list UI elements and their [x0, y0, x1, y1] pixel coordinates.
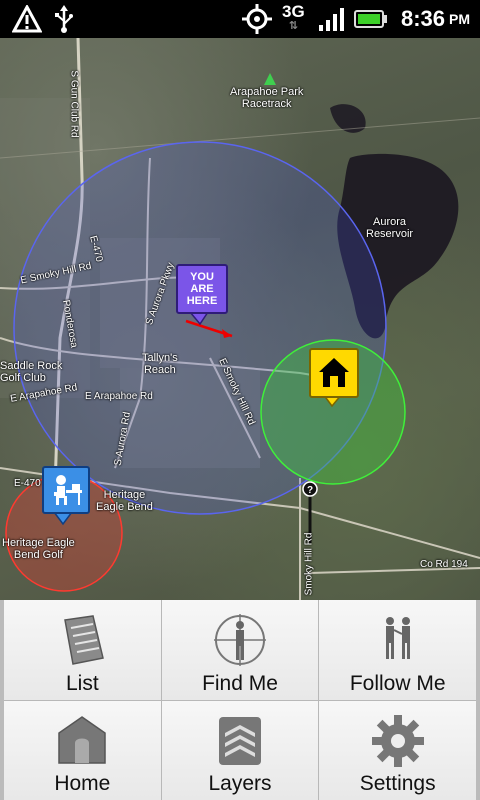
- label-co-rd-194: Co Rd 194: [420, 559, 468, 570]
- label-smoky-hill-rd: Smoky Hill Rd: [303, 532, 315, 596]
- label-arapahoe-park: Arapahoe Park Racetrack: [230, 86, 304, 110]
- home-icon: [58, 715, 107, 764]
- menu-item-label: Home: [54, 772, 111, 795]
- list-icon: [64, 615, 105, 665]
- menu-item-label: List: [65, 671, 99, 695]
- work-location-marker[interactable]: [42, 466, 90, 514]
- label-heritage-eagle-bend-golf: Heritage Eagle Bend Golf: [2, 537, 75, 561]
- label-e-arapahoe-rd: E Arapahoe Rd: [85, 391, 153, 402]
- find-me-icon: [213, 614, 266, 666]
- status-bar: 3G ⇅ 8:36 PM: [0, 0, 480, 38]
- label-s-gun-club-rd: S Gun Club Rd: [68, 70, 80, 138]
- usb-icon: [54, 0, 74, 38]
- menu-item-follow-me[interactable]: Follow Me: [319, 600, 476, 700]
- label-tallyns-reach: Tallyn's Reach: [142, 352, 178, 376]
- you-are-here-marker[interactable]: YOU ARE HERE: [176, 264, 228, 314]
- map-view[interactable]: ? Arapahoe Park Racetrack Aurora Reservo…: [0, 38, 480, 600]
- menu-item-find-me[interactable]: Find Me: [161, 600, 319, 700]
- label-aurora-reservoir: Aurora Reservoir: [366, 216, 414, 240]
- svg-text:?: ?: [307, 485, 313, 496]
- desk-person-icon: [54, 475, 82, 505]
- signal-icon: [318, 0, 346, 38]
- menu-item-list[interactable]: List: [4, 600, 161, 700]
- options-menu: List Find Me Follow Me Home Layers Setti…: [0, 600, 480, 800]
- warning-icon: [12, 0, 42, 38]
- label-saddle-rock: Saddle Rock Golf Club: [0, 360, 63, 384]
- home-location-marker[interactable]: [309, 348, 359, 398]
- menu-item-layers[interactable]: Layers: [161, 700, 319, 800]
- menu-item-label: Follow Me: [349, 671, 446, 695]
- layers-icon: [218, 716, 261, 765]
- network-type: 3G ⇅: [282, 2, 305, 32]
- menu-item-settings[interactable]: Settings: [319, 700, 476, 800]
- battery-icon: [354, 0, 388, 38]
- home-icon: [319, 358, 349, 387]
- gps-icon: [242, 0, 272, 38]
- menu-item-label: Settings: [359, 772, 436, 795]
- follow-me-icon: [385, 617, 410, 659]
- menu-item-label: Find Me: [202, 671, 278, 695]
- menu-item-home[interactable]: Home: [4, 700, 161, 800]
- settings-icon: [371, 714, 424, 767]
- label-heritage-eagle-bend: Heritage Eagle Bend: [96, 489, 153, 513]
- status-time: 8:36 PM: [400, 6, 470, 31]
- menu-item-label: Layers: [208, 772, 272, 795]
